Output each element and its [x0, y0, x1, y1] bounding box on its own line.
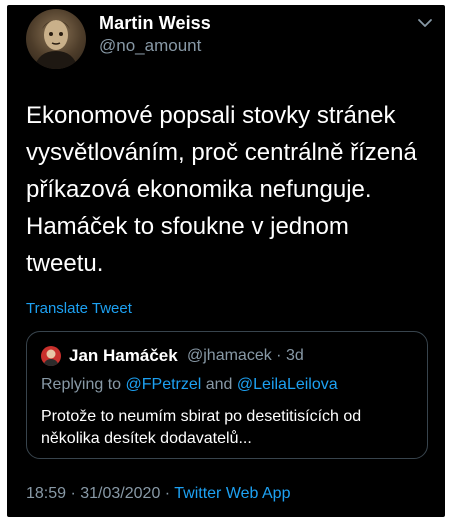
- tweet-source-link[interactable]: Twitter Web App: [174, 485, 290, 502]
- quoted-tweet-text: Protože to neumím sbirat po desetitisící…: [41, 408, 362, 447]
- quoted-portrait-image: [43, 349, 59, 366]
- quoted-author-name: Jan Hamáček: [69, 346, 178, 365]
- tweet-meta: 18:59 · 31/03/2020 · Twitter Web App: [26, 485, 290, 503]
- author-avatar[interactable]: [26, 9, 86, 69]
- tweet-text: Ekonomové popsali stovky stránek vysvětl…: [26, 102, 417, 277]
- reply-user-link[interactable]: @FPetrzel: [126, 376, 202, 393]
- chevron-down-icon[interactable]: [417, 17, 433, 29]
- reply-user-link[interactable]: @LeilaLeilova: [237, 376, 338, 393]
- portrait-image: [34, 20, 78, 69]
- tweet-header: Martin Weiss @no_amount: [7, 5, 445, 69]
- author-handle[interactable]: @no_amount: [99, 36, 201, 56]
- tweet-timestamp[interactable]: 18:59 · 31/03/2020 ·: [26, 485, 174, 502]
- author-name[interactable]: Martin Weiss: [99, 13, 211, 34]
- quoted-tweet[interactable]: Jan Hamáček @jhamacek · 3d Replying to @…: [26, 331, 428, 459]
- translate-tweet-link[interactable]: Translate Tweet: [26, 300, 132, 317]
- replying-to: Replying to @FPetrzel and @LeilaLeilova: [41, 376, 338, 394]
- tweet-card: Martin Weiss @no_amount Ekonomové popsal…: [7, 5, 445, 517]
- quoted-author-avatar: [41, 346, 61, 366]
- replying-to-prefix: Replying to: [41, 376, 126, 393]
- replying-to-and: and: [201, 376, 237, 393]
- quoted-author-handle: @jhamacek · 3d: [187, 347, 304, 364]
